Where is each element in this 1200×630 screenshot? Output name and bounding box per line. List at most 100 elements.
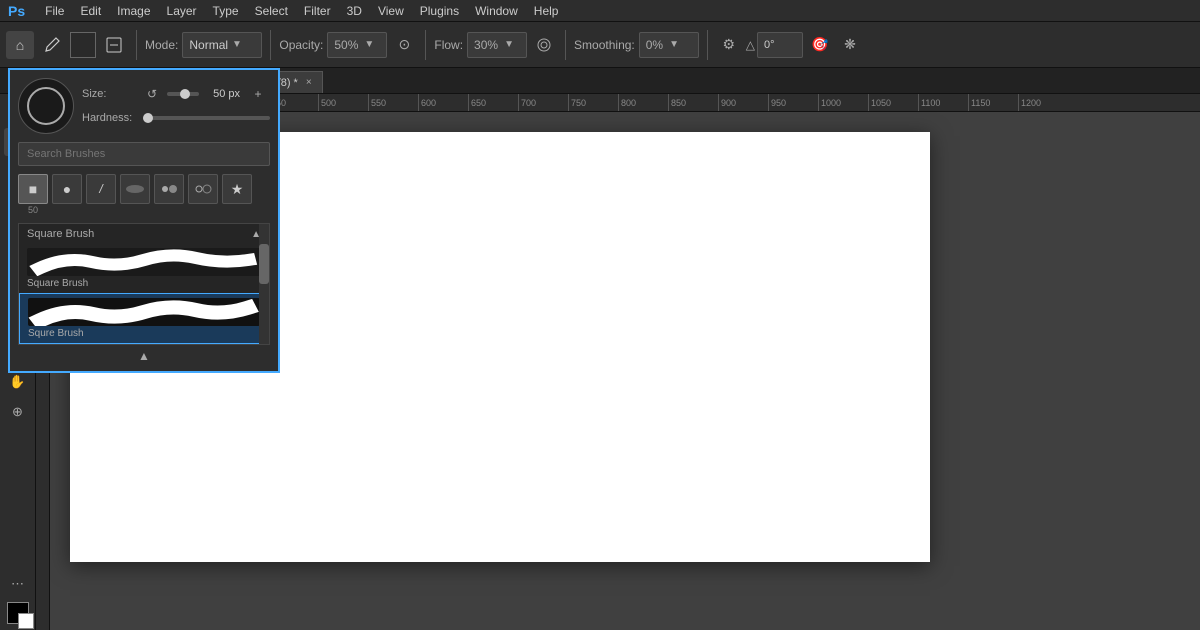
pressure-opacity-icon[interactable]: ⊙ (391, 32, 417, 58)
brush-category-star[interactable]: ★ (222, 174, 252, 204)
brush-group-1[interactable]: Square Brush ▲ (19, 224, 269, 244)
brush-category-square[interactable]: ■ (18, 174, 48, 204)
brush-footer: ▲ (18, 345, 270, 363)
brush-controls: Size: ↺ 50 px + Hardness: (82, 82, 270, 130)
smoothing-value: 0% (646, 38, 663, 52)
menu-filter[interactable]: Filter (296, 2, 339, 20)
smoothing-dropdown[interactable]: 0% ▼ (639, 32, 699, 58)
options-toolbar: ⌂ Mode: Normal ▼ Opacity: 50% ▼ ⊙ Flow: … (0, 22, 1200, 68)
brush-category-round[interactable]: ● (52, 174, 82, 204)
ruler-mark: 1000 (818, 94, 868, 112)
app-logo: Ps (4, 3, 29, 19)
ruler-mark: 700 (518, 94, 568, 112)
opacity-section: Opacity: 50% ▼ (279, 32, 387, 58)
smoothing-chevron-icon: ▼ (669, 39, 679, 50)
separator-4 (565, 30, 566, 60)
menu-image[interactable]: Image (109, 2, 158, 20)
home-button[interactable]: ⌂ (6, 31, 34, 59)
angle-icon: △ (746, 38, 755, 52)
smoothing-section: Smoothing: 0% ▼ (574, 32, 699, 58)
size-value: 50 px (205, 88, 240, 100)
brush-category-pencil[interactable]: / (86, 174, 116, 204)
hardness-slider[interactable] (143, 116, 270, 120)
brush-cat-count-square: 50 (28, 205, 38, 215)
tool-zoom2[interactable]: ⊕ (4, 398, 32, 426)
brush-item-2[interactable]: Squre Brush (19, 293, 269, 344)
menu-plugins[interactable]: Plugins (412, 2, 467, 20)
ruler-mark: 800 (618, 94, 668, 112)
flow-label: Flow: (434, 38, 463, 52)
brush-popup: Size: ↺ 50 px + Hardness: ■ 50 ● / (8, 68, 280, 373)
menu-type[interactable]: Type (205, 2, 247, 20)
tool-more[interactable]: ⋯ (4, 570, 32, 598)
target-icon[interactable]: 🎯 (807, 32, 833, 58)
menu-select[interactable]: Select (247, 2, 296, 20)
foreground-color[interactable] (7, 602, 29, 624)
brush-category-dots[interactable] (154, 174, 184, 204)
hardness-slider-thumb[interactable] (143, 113, 153, 123)
flow-dropdown[interactable]: 30% ▼ (467, 32, 527, 58)
mode-value: Normal (189, 38, 228, 52)
airbrush-icon[interactable] (531, 32, 557, 58)
ruler-mark: 650 (468, 94, 518, 112)
brush-stroke-preview-1 (27, 248, 261, 276)
menu-view[interactable]: View (370, 2, 412, 20)
brush-list-scrollbar-thumb[interactable] (259, 244, 269, 284)
settings-icon[interactable]: ⚙ (716, 32, 742, 58)
hardness-label: Hardness: (82, 112, 137, 124)
tab-close-button[interactable]: × (306, 77, 312, 88)
menu-help[interactable]: Help (526, 2, 567, 20)
brush-categories: ■ 50 ● / ★ (18, 174, 270, 215)
flow-chevron-icon: ▼ (504, 39, 514, 50)
menu-layer[interactable]: Layer (159, 2, 205, 20)
brush-search-input[interactable] (18, 142, 270, 166)
mode-chevron-icon: ▼ (232, 39, 242, 50)
ruler-mark: 500 (318, 94, 368, 112)
menu-file[interactable]: File (37, 2, 72, 20)
ruler-mark: 1100 (918, 94, 968, 112)
opacity-dropdown[interactable]: 50% ▼ (327, 32, 387, 58)
menu-edit[interactable]: Edit (72, 2, 109, 20)
ruler-mark: 900 (718, 94, 768, 112)
size-slider-thumb[interactable] (180, 89, 190, 99)
brush-preview-inner (27, 87, 65, 125)
hardness-row: Hardness: (82, 112, 270, 124)
ruler-mark: 550 (368, 94, 418, 112)
brush-name-2: Squre Brush (28, 328, 260, 339)
ruler-mark: 850 (668, 94, 718, 112)
mode-label: Mode: (145, 38, 178, 52)
separator-5 (707, 30, 708, 60)
size-slider[interactable] (167, 92, 199, 96)
size-reset-button[interactable]: ↺ (143, 85, 161, 103)
flow-value: 30% (474, 38, 498, 52)
ruler-mark: 750 (568, 94, 618, 112)
brush-category-circles[interactable] (188, 174, 218, 204)
ruler-mark: 1050 (868, 94, 918, 112)
extra-icon[interactable]: ❋ (837, 32, 863, 58)
ruler-mark: 1150 (968, 94, 1018, 112)
background-color[interactable] (18, 613, 34, 629)
brush-footer-arrow[interactable]: ▲ (138, 349, 150, 363)
opacity-chevron-icon: ▼ (364, 39, 374, 50)
menu-3d[interactable]: 3D (339, 2, 370, 20)
color-swatch[interactable] (70, 32, 96, 58)
brush-header: Size: ↺ 50 px + Hardness: (18, 78, 270, 134)
mode-dropdown[interactable]: Normal ▼ (182, 32, 262, 58)
brush-item-1[interactable]: Square Brush (19, 244, 269, 293)
angle-section: △ (746, 32, 803, 58)
brush-settings-toggle[interactable] (100, 31, 128, 59)
size-label: Size: (82, 88, 137, 100)
menu-window[interactable]: Window (467, 2, 526, 20)
brush-category-soft[interactable] (120, 174, 150, 204)
brush-list: Square Brush ▲ Square Brush Squre Brush (18, 223, 270, 345)
angle-input[interactable] (757, 32, 803, 58)
opacity-label: Opacity: (279, 38, 323, 52)
separator-3 (425, 30, 426, 60)
menu-bar: Ps File Edit Image Layer Type Select Fil… (0, 0, 1200, 22)
brush-extra-settings[interactable]: + (246, 82, 270, 106)
brush-list-scrollbar[interactable] (259, 224, 269, 344)
ruler-mark: 950 (768, 94, 818, 112)
smoothing-label: Smoothing: (574, 38, 635, 52)
separator-1 (136, 30, 137, 60)
brush-tool-button[interactable] (38, 31, 66, 59)
